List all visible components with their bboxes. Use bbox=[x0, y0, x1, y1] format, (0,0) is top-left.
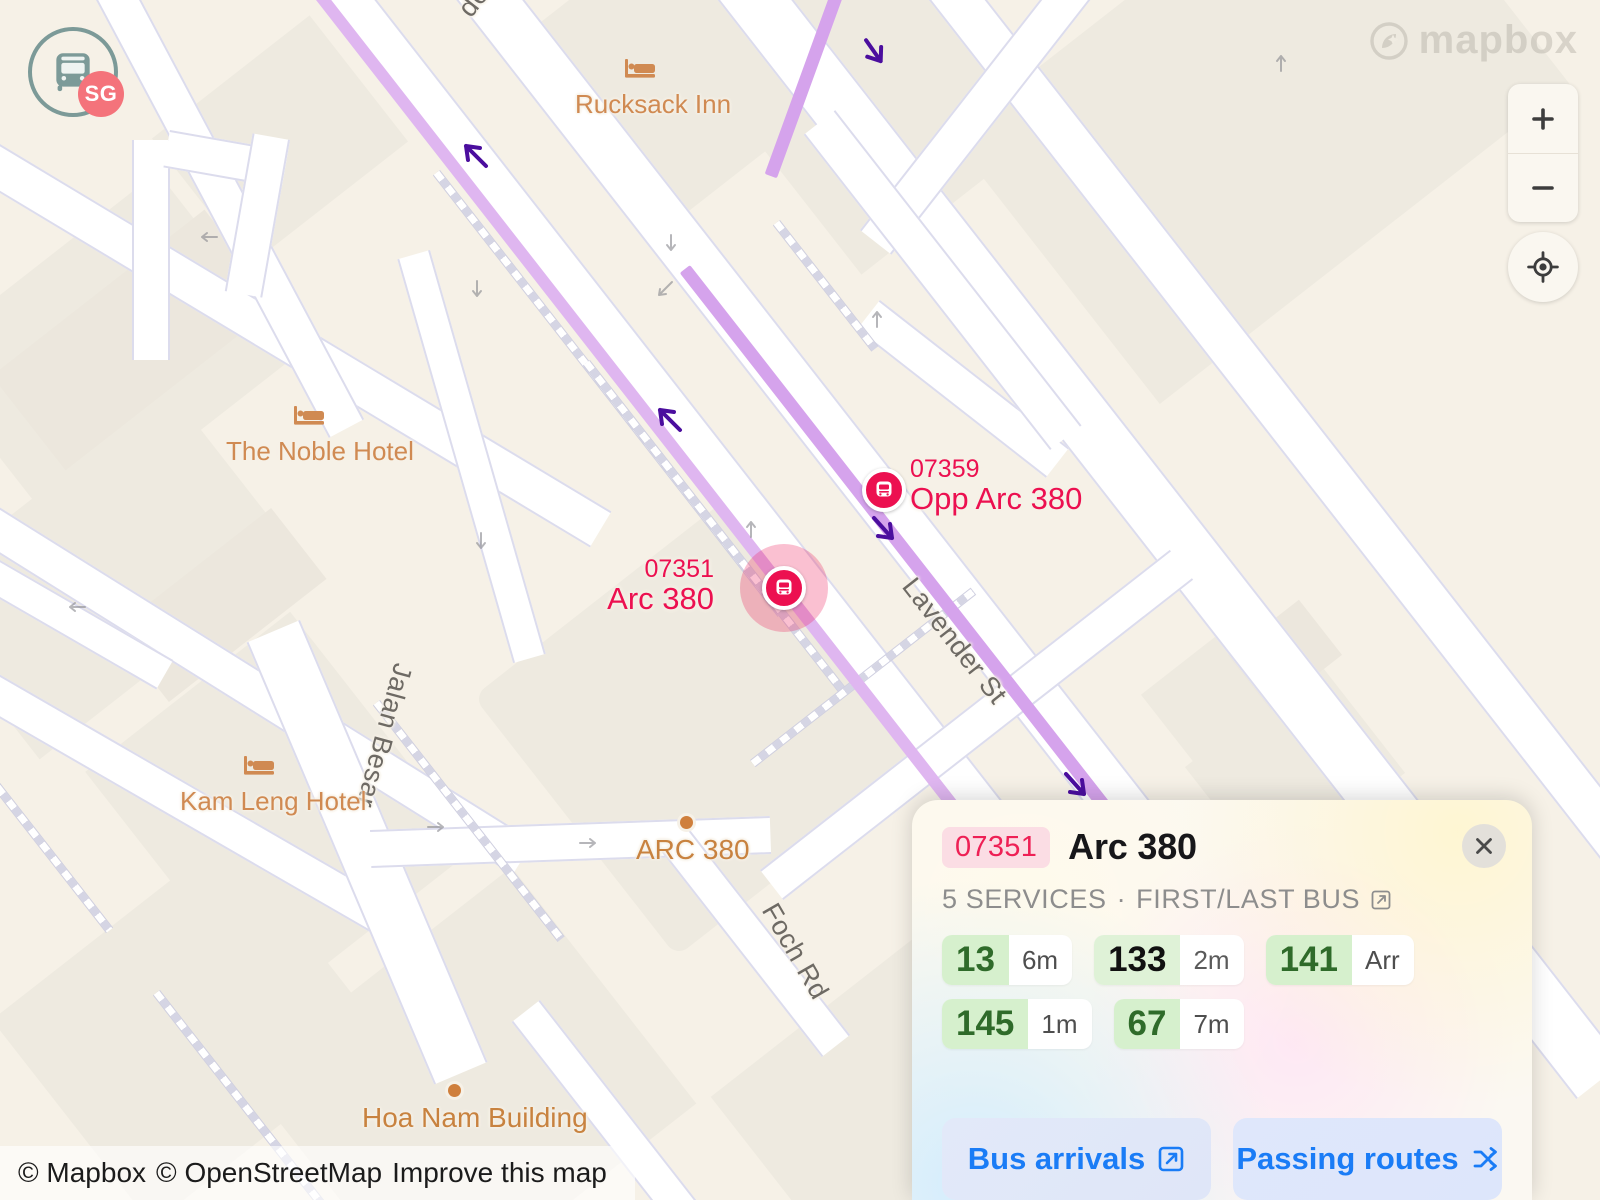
close-button[interactable] bbox=[1462, 824, 1506, 868]
passing-routes-label: Passing routes bbox=[1236, 1141, 1459, 1176]
service-number: 145 bbox=[942, 999, 1029, 1049]
region-badge: SG bbox=[78, 71, 124, 117]
service-eta: 2m bbox=[1193, 944, 1230, 975]
bed-icon bbox=[242, 752, 276, 778]
first-last-bus-link[interactable]: FIRST/LAST BUS bbox=[1136, 884, 1360, 915]
rail-path bbox=[0, 770, 114, 934]
service-arrival-item[interactable]: 13 6m bbox=[942, 935, 1073, 985]
service-number: 67 bbox=[1113, 999, 1181, 1049]
bus-stop-label: 07359 Opp Arc 380 bbox=[910, 456, 1082, 517]
service-eta: Arr bbox=[1365, 944, 1400, 975]
service-number: 141 bbox=[1265, 935, 1352, 985]
service-eta: 1m bbox=[1041, 1008, 1078, 1039]
route-direction-arrow-icon bbox=[458, 138, 492, 172]
bus-arrivals-button[interactable]: Bus arrivals bbox=[942, 1118, 1211, 1200]
service-arrival-item[interactable]: 67 7m bbox=[1113, 999, 1244, 1049]
bed-icon bbox=[292, 402, 326, 428]
bus-stop-code: 07359 bbox=[910, 455, 980, 483]
bed-icon bbox=[623, 55, 657, 81]
bus-stop-popup: 07351 Arc 380 5 SERVICES · FIRST/LAST BU… bbox=[912, 800, 1532, 1200]
service-arrivals-grid: 13 6m 133 2m 141 Arr 145 1m 67 7m bbox=[942, 935, 1502, 1049]
service-arrival-item[interactable]: 145 1m bbox=[942, 999, 1092, 1049]
bus-icon bbox=[876, 481, 892, 497]
route-direction-arrow-icon bbox=[866, 512, 900, 546]
road bbox=[132, 140, 170, 360]
attribution-mapbox[interactable]: © Mapbox bbox=[18, 1157, 146, 1189]
map-application: der St Lavender St Jalan Besar Foch Rd R… bbox=[0, 0, 1600, 1200]
service-number: 13 bbox=[942, 935, 1009, 985]
oneway-arrow-icon bbox=[1270, 52, 1292, 74]
poi-label: The Noble Hotel bbox=[226, 436, 414, 466]
mapbox-logo[interactable]: mapbox bbox=[1369, 18, 1578, 63]
service-number: 133 bbox=[1094, 935, 1181, 985]
services-count-label: 5 SERVICES bbox=[942, 884, 1107, 914]
zoom-controls bbox=[1508, 84, 1578, 222]
oneway-arrow-icon bbox=[470, 530, 492, 552]
subtitle-separator: · bbox=[1116, 884, 1127, 914]
passing-routes-button[interactable]: Passing routes bbox=[1233, 1118, 1502, 1200]
oneway-arrow-icon bbox=[424, 816, 446, 838]
route-direction-arrow-icon bbox=[652, 402, 686, 436]
route-direction-arrow-icon bbox=[1058, 768, 1092, 802]
bus-stop-pin[interactable] bbox=[762, 566, 806, 610]
shuffle-icon bbox=[1473, 1147, 1497, 1171]
service-arrival-item[interactable]: 141 Arr bbox=[1265, 935, 1414, 985]
mapbox-mark-icon bbox=[1369, 21, 1409, 61]
external-link-icon bbox=[1158, 1146, 1184, 1172]
oneway-arrow-icon bbox=[576, 832, 598, 854]
zoom-out-button[interactable] bbox=[1508, 153, 1578, 222]
oneway-arrow-icon bbox=[66, 596, 88, 618]
service-arrival-item[interactable]: 133 2m bbox=[1094, 935, 1244, 985]
bus-stop-name: Arc 380 bbox=[607, 581, 714, 617]
geolocate-button[interactable] bbox=[1508, 232, 1578, 302]
oneway-arrow-icon bbox=[654, 278, 676, 300]
zoom-in-button[interactable] bbox=[1508, 84, 1578, 153]
popup-stop-name: Arc 380 bbox=[1068, 826, 1197, 867]
crosshair-icon bbox=[1527, 251, 1559, 283]
popup-subtitle: 5 SERVICES · FIRST/LAST BUS bbox=[942, 884, 1502, 915]
bus-stop-pin[interactable] bbox=[862, 468, 906, 512]
minus-icon bbox=[1532, 186, 1554, 190]
bus-stop-name: Opp Arc 380 bbox=[910, 481, 1083, 517]
dot-icon bbox=[448, 1084, 461, 1097]
attribution-openstreetmap[interactable]: © OpenStreetMap bbox=[156, 1157, 382, 1189]
bus-stop-code: 07351 bbox=[644, 555, 714, 583]
popup-actions: Bus arrivals Passing routes bbox=[942, 1118, 1502, 1200]
road bbox=[397, 250, 546, 664]
bus-arrivals-label: Bus arrivals bbox=[967, 1141, 1146, 1176]
map-attribution: © Mapbox © OpenStreetMap Improve this ma… bbox=[0, 1146, 635, 1200]
external-link-icon bbox=[1371, 890, 1391, 909]
plus-icon bbox=[1532, 107, 1554, 130]
attribution-improve-map[interactable]: Improve this map bbox=[392, 1157, 607, 1189]
mapbox-wordmark: mapbox bbox=[1418, 18, 1578, 62]
bus-stop-label: 07351 Arc 380 bbox=[607, 556, 714, 617]
bus-icon bbox=[776, 579, 792, 595]
close-icon bbox=[1476, 838, 1492, 854]
dot-icon bbox=[680, 816, 693, 829]
route-direction-arrow-icon bbox=[855, 33, 894, 72]
popup-stop-code: 07351 bbox=[942, 826, 1051, 868]
app-logo[interactable]: SG bbox=[28, 27, 124, 117]
oneway-arrow-icon bbox=[466, 278, 488, 300]
oneway-arrow-icon bbox=[740, 518, 762, 540]
service-eta: 6m bbox=[1021, 944, 1059, 975]
oneway-arrow-icon bbox=[866, 308, 888, 330]
oneway-arrow-icon bbox=[198, 226, 220, 248]
oneway-arrow-icon bbox=[660, 232, 682, 254]
popup-header: 07351 Arc 380 bbox=[942, 826, 1502, 868]
service-eta: 7m bbox=[1193, 1008, 1230, 1039]
